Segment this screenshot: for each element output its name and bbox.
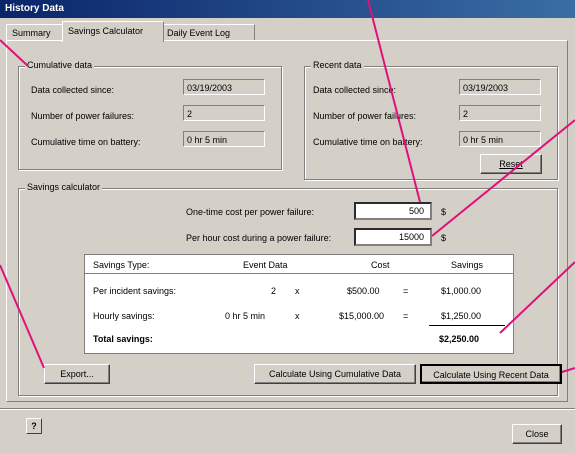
onetime-cost-label: One-time cost per power failure: (186, 207, 315, 217)
perhour-cost-label: Per hour cost during a power failure: (186, 233, 332, 243)
window-title: History Data (5, 3, 64, 14)
export-button[interactable]: Export... (44, 364, 110, 384)
recent-battery-label: Cumulative time on battery: (313, 137, 423, 147)
row-type: Hourly savings: (93, 311, 155, 321)
row-type: Per incident savings: (93, 286, 177, 296)
calculate-recent-button[interactable]: Calculate Using Recent Data (420, 364, 562, 384)
onetime-cost-input[interactable] (354, 202, 432, 220)
cumulative-battery-label: Cumulative time on battery: (31, 137, 141, 147)
row-savings: $1,250.00 (441, 311, 482, 321)
row-equals: = (403, 286, 409, 296)
cumulative-battery-value: 0 hr 5 min (183, 131, 265, 147)
recent-data-title: Recent data (311, 60, 364, 70)
reset-button-label: Reset (499, 159, 523, 169)
header-savings: Savings (451, 260, 484, 270)
row-event: 2 (271, 286, 277, 296)
calculate-cumulative-button[interactable]: Calculate Using Cumulative Data (254, 364, 416, 384)
header-cost: Cost (371, 260, 390, 270)
sum-underline (429, 325, 505, 326)
cumulative-data-title: Cumulative data (25, 60, 95, 70)
total-label: Total savings: (93, 334, 153, 344)
cumulative-failures-label: Number of power failures: (31, 111, 135, 121)
row-cost: $500.00 (347, 286, 380, 296)
header-separator (85, 273, 513, 274)
header-savings-type: Savings Type: (93, 260, 150, 270)
close-button[interactable]: Close (512, 424, 562, 444)
tab-daily-event-log[interactable]: Daily Event Log (161, 24, 255, 41)
savings-table: Savings Type: Event Data Cost Savings Pe… (84, 254, 514, 354)
tab-summary[interactable]: Summary (6, 24, 68, 41)
row-savings: $1,000.00 (441, 286, 482, 296)
total-value: $2,250.00 (439, 334, 480, 344)
recent-battery-value: 0 hr 5 min (459, 131, 541, 147)
history-data-window: History Data Summary Savings Calculator … (0, 0, 575, 453)
header-event-data: Event Data (243, 260, 288, 270)
cumulative-since-label: Data collected since: (31, 85, 115, 95)
savings-calculator-title: Savings calculator (25, 182, 103, 192)
tab-savings-calculator[interactable]: Savings Calculator (62, 21, 164, 42)
cumulative-failures-value: 2 (183, 105, 265, 121)
onetime-currency: $ (441, 207, 447, 217)
footer-separator (0, 408, 575, 409)
help-icon[interactable]: ? (26, 418, 42, 434)
recent-since-value: 03/19/2003 (459, 79, 541, 95)
row-operator: x (295, 286, 300, 296)
recent-since-label: Data collected since: (313, 85, 397, 95)
perhour-currency: $ (441, 233, 447, 243)
perhour-cost-input[interactable] (354, 228, 432, 246)
recent-failures-label: Number of power failures: (313, 111, 417, 121)
cumulative-data-group: Cumulative data Data collected since: 03… (18, 60, 282, 170)
cumulative-since-value: 03/19/2003 (183, 79, 265, 95)
reset-button[interactable]: Reset (480, 154, 542, 174)
row-operator: x (295, 311, 300, 321)
row-cost: $15,000.00 (339, 311, 385, 321)
title-bar[interactable]: History Data (0, 0, 575, 18)
row-equals: = (403, 311, 409, 321)
recent-failures-value: 2 (459, 105, 541, 121)
row-event: 0 hr 5 min (225, 311, 266, 321)
